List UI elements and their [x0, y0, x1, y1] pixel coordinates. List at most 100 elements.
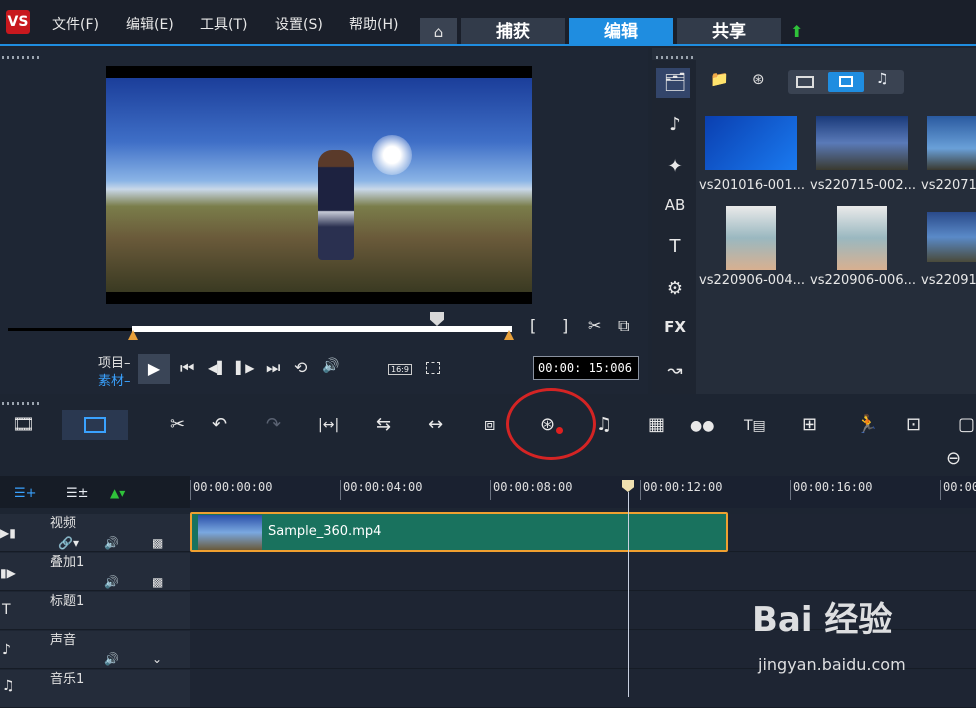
- thumb-label: vs220906-006...: [810, 273, 916, 288]
- music-track-icon: ♫: [2, 678, 15, 694]
- next-frame-icon[interactable]: ▌▶: [236, 361, 254, 375]
- mode-project[interactable]: 项目–: [98, 352, 131, 371]
- audio-filter-icon[interactable]: ♫: [876, 71, 889, 87]
- motion-path-icon[interactable]: ↝: [660, 360, 690, 381]
- storyboard-view-button[interactable]: [62, 410, 128, 440]
- watermark-logo: Bai 经验: [752, 600, 893, 640]
- menu-help[interactable]: 帮助(H): [349, 14, 398, 34]
- grid-icon[interactable]: ▩: [152, 536, 163, 550]
- grid-icon[interactable]: ▩: [152, 575, 163, 589]
- library-sidebar: [652, 60, 696, 394]
- color-icon[interactable]: ●●: [690, 418, 714, 434]
- link-icon[interactable]: 🔗▾: [58, 536, 79, 550]
- title-icon[interactable]: T: [660, 236, 690, 257]
- menu-tools[interactable]: 工具(T): [200, 14, 247, 34]
- media-library-icon[interactable]: 🗂: [660, 72, 690, 93]
- upload-icon[interactable]: ⬆: [790, 22, 803, 41]
- play-button[interactable]: ▶: [138, 354, 170, 384]
- crop-icon[interactable]: [426, 362, 440, 374]
- zoom-out-icon[interactable]: ⊖: [946, 448, 961, 469]
- menu-settings[interactable]: 设置(S): [275, 14, 323, 34]
- trim-icon[interactable]: ⧈: [484, 414, 495, 435]
- repeat-icon[interactable]: ⟲: [294, 358, 307, 377]
- end-frame-icon[interactable]: ⏭: [266, 358, 280, 378]
- thumb-vs220906-006[interactable]: [837, 206, 887, 270]
- fx-icon[interactable]: FX: [660, 318, 690, 336]
- undo-icon[interactable]: ↶: [212, 414, 227, 435]
- home-frame-icon[interactable]: ⏮: [180, 358, 194, 378]
- mute-icon[interactable]: 🔊: [104, 652, 119, 666]
- playhead-line: [628, 492, 629, 697]
- mute-icon[interactable]: 🔊: [104, 536, 119, 550]
- tab-capture[interactable]: 捕获: [461, 18, 565, 46]
- multicam-icon[interactable]: ▦: [648, 414, 665, 435]
- audio-wave-icon[interactable]: ♫: [596, 414, 612, 435]
- library-grip[interactable]: [656, 56, 696, 59]
- home-button[interactable]: ⌂: [420, 18, 457, 46]
- ripple-icon[interactable]: ⇆: [376, 414, 391, 435]
- track-header-title[interactable]: [0, 592, 190, 630]
- panel-grip[interactable]: [2, 56, 42, 59]
- title-track-icon: T: [2, 602, 11, 618]
- mode-clip[interactable]: 素材–: [98, 370, 131, 389]
- motion-tracking-icon[interactable]: 🏃: [856, 414, 878, 435]
- aspect-ratio-button[interactable]: 16:9: [388, 364, 412, 375]
- tab-edit[interactable]: 编辑: [569, 18, 673, 46]
- prev-frame-icon[interactable]: ◀▌: [208, 361, 226, 375]
- cut-icon[interactable]: ✂: [588, 316, 601, 335]
- import-icon[interactable]: ⊛: [752, 70, 765, 88]
- copy-icon[interactable]: ⧉: [618, 316, 629, 336]
- thumb-vs220917[interactable]: [927, 212, 976, 262]
- clip-name: Sample_360.mp4: [268, 524, 382, 539]
- toolbar-grip[interactable]: [2, 402, 42, 405]
- instant-project-icon[interactable]: ♪: [660, 114, 690, 135]
- subtitle-icon[interactable]: T▤: [744, 418, 766, 434]
- split-icon[interactable]: ↔: [428, 414, 443, 435]
- track-name-title: 标题1: [50, 594, 85, 609]
- timeline-view-icon[interactable]: 🎞: [12, 414, 35, 435]
- trim-range[interactable]: [132, 326, 512, 332]
- ruler-tick: 00:00:04:00: [340, 480, 422, 500]
- add-track-icon[interactable]: ☰±: [66, 486, 89, 501]
- track-lane-music[interactable]: [190, 670, 976, 708]
- title-preset-icon[interactable]: AB: [660, 196, 690, 214]
- add-folder-icon[interactable]: 📁: [710, 70, 729, 88]
- mark-in-button[interactable]: [: [530, 316, 536, 335]
- track-header-music[interactable]: [0, 670, 190, 708]
- overlay-track-icon: ▮▶: [0, 566, 16, 580]
- menu-edit[interactable]: 编辑(E): [126, 14, 174, 34]
- tab-share[interactable]: 共享: [677, 18, 781, 46]
- ruler-tick: 00:00:16:00: [790, 480, 872, 500]
- split-screen-icon[interactable]: ⊞: [802, 414, 817, 435]
- transition-icon[interactable]: ✦: [660, 156, 690, 177]
- fit-project-icon[interactable]: |↔|: [318, 417, 339, 433]
- video-frame-sun: [372, 135, 412, 175]
- mute-icon[interactable]: 🔊: [104, 575, 119, 589]
- redo-icon[interactable]: ↷: [266, 414, 281, 435]
- pan-zoom-icon[interactable]: ⊡: [906, 414, 921, 435]
- watermark-url: jingyan.baidu.com: [758, 655, 906, 674]
- highlight-annotation: [506, 388, 596, 460]
- track-manager-icon[interactable]: ☰+: [14, 486, 37, 501]
- storyboard-view-icon: [84, 417, 106, 433]
- expand-icon[interactable]: ⌄: [152, 652, 162, 666]
- volume-icon[interactable]: 🔊: [322, 358, 339, 374]
- timecode-display[interactable]: 00:00: 15:006: [533, 356, 639, 380]
- track-name-voice: 声音: [50, 633, 77, 648]
- more-icon[interactable]: ▢: [958, 414, 975, 435]
- thumb-vs220906-004[interactable]: [726, 206, 776, 270]
- tools-icon[interactable]: ✂: [170, 414, 185, 435]
- menu-file[interactable]: 文件(F): [52, 14, 99, 34]
- tab-divider: [0, 44, 976, 46]
- thumb-label: vs201016-001...: [699, 178, 805, 193]
- track-lane-overlay[interactable]: [190, 553, 976, 591]
- thumb-vs201016[interactable]: [705, 116, 797, 170]
- mark-out-button[interactable]: ]: [562, 316, 568, 335]
- chapter-marker-icon[interactable]: ▲▾: [110, 486, 125, 500]
- photo-filter-button[interactable]: [828, 72, 864, 92]
- video-filter-icon[interactable]: [796, 76, 814, 88]
- photo-filter-icon: [839, 76, 853, 87]
- graphics-icon[interactable]: ⚙: [660, 278, 690, 299]
- thumb-vs220716[interactable]: [927, 116, 976, 170]
- thumb-vs220715[interactable]: [816, 116, 908, 170]
